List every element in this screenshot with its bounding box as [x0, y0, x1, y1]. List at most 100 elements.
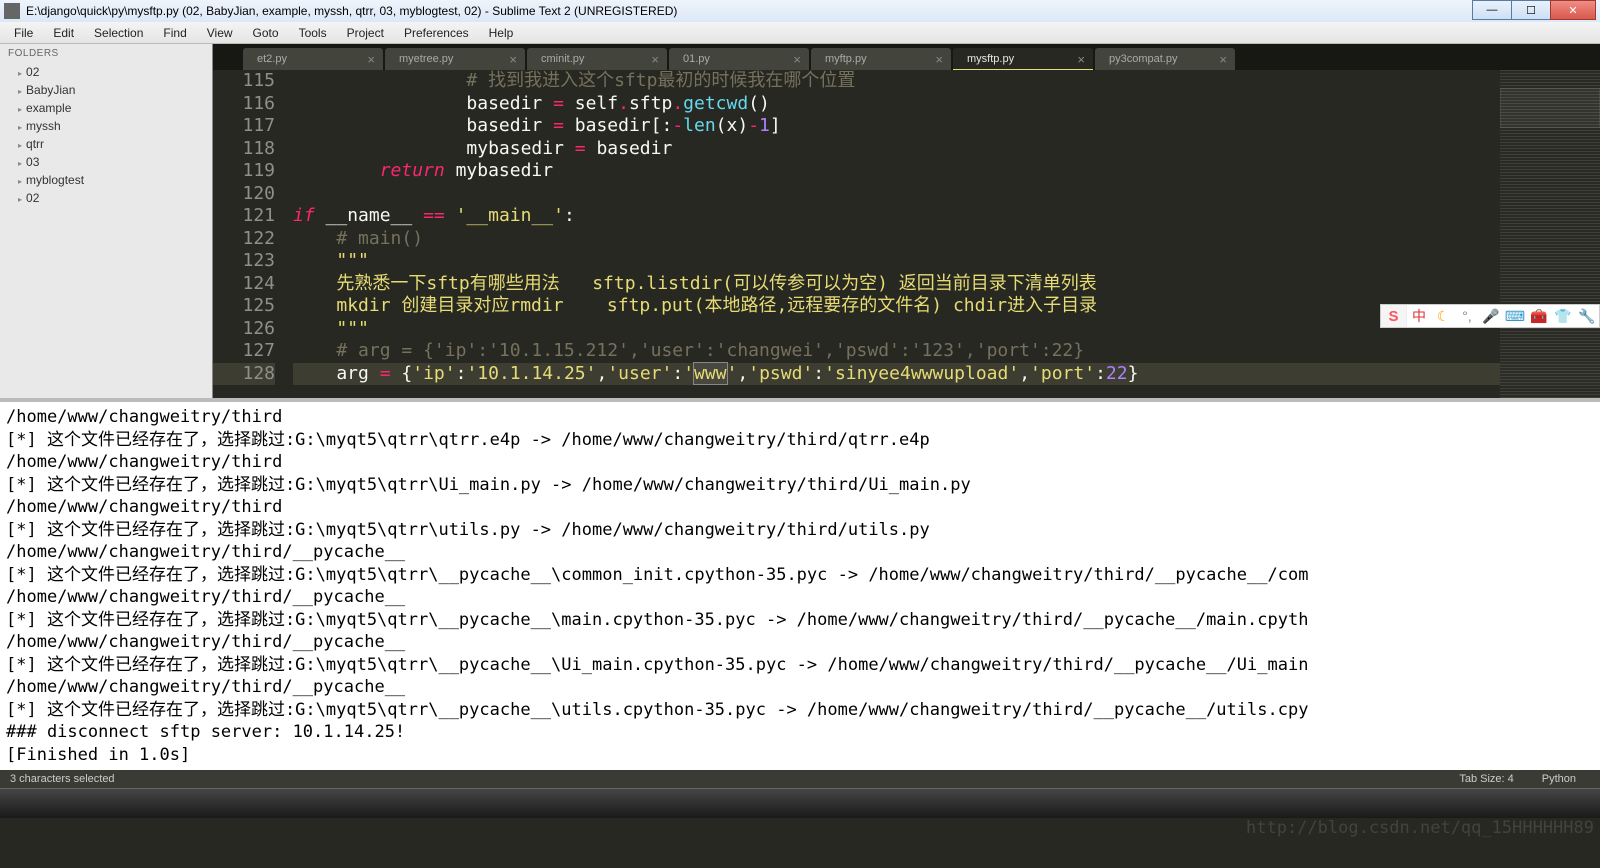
app-icon: [4, 3, 20, 19]
line-number: 121: [213, 205, 275, 228]
line-gutter: 1151161171181191201211221231241251261271…: [213, 70, 293, 398]
menu-view[interactable]: View: [197, 24, 243, 42]
menu-selection[interactable]: Selection: [84, 24, 153, 42]
tab-label: cminit.py: [541, 53, 584, 65]
tab-close-icon[interactable]: ×: [793, 52, 801, 67]
menu-preferences[interactable]: Preferences: [394, 24, 479, 42]
line-number: 119: [213, 160, 275, 183]
line-number: 123: [213, 250, 275, 273]
minimap[interactable]: [1500, 70, 1600, 398]
window-controls: — ☐ ✕: [1473, 0, 1596, 20]
code-line[interactable]: """: [293, 250, 1600, 273]
tab-cminit-py[interactable]: cminit.py ×: [527, 48, 667, 70]
status-selection: 3 characters selected: [10, 773, 115, 785]
sidebar-item-example[interactable]: ▸example: [0, 99, 212, 117]
tab-label: et2.py: [257, 53, 287, 65]
menu-help[interactable]: Help: [479, 24, 524, 42]
code-line[interactable]: mybasedir = basedir: [293, 138, 1600, 161]
ime-moon-icon[interactable]: ☾: [1431, 308, 1455, 325]
sidebar-item-myssh[interactable]: ▸myssh: [0, 117, 212, 135]
minimize-button[interactable]: —: [1472, 0, 1512, 20]
tab-01-py[interactable]: 01.py ×: [669, 48, 809, 70]
code-line[interactable]: 先熟悉一下sftp有哪些用法 sftp.listdir(可以传参可以为空) 返回…: [293, 273, 1600, 296]
tab-label: mysftp.py: [967, 53, 1014, 65]
folder-collapsed-icon: ▸: [18, 195, 22, 204]
status-tab-size[interactable]: Tab Size: 4: [1445, 773, 1527, 785]
titlebar: E:\django\quick\py\mysftp.py (02, BabyJi…: [0, 0, 1600, 22]
line-number: 120: [213, 183, 275, 206]
line-number: 118: [213, 138, 275, 161]
tab-myetree-py[interactable]: myetree.py×: [385, 48, 525, 70]
folder-collapsed-icon: ▸: [18, 141, 22, 150]
sidebar-item-myblogtest[interactable]: ▸myblogtest: [0, 171, 212, 189]
sidebar-item-03[interactable]: ▸03: [0, 153, 212, 171]
folder-collapsed-icon: ▸: [18, 123, 22, 132]
ime-keyboard-icon[interactable]: ⌨: [1503, 308, 1527, 325]
maximize-button[interactable]: ☐: [1511, 0, 1551, 20]
tab-close-icon[interactable]: ×: [651, 52, 659, 67]
line-number: 127: [213, 340, 275, 363]
window-title: E:\django\quick\py\mysftp.py (02, BabyJi…: [26, 4, 1473, 18]
statusbar: 3 characters selected Tab Size: 4 Python: [0, 770, 1600, 788]
code-line[interactable]: return mybasedir: [293, 160, 1600, 183]
code-line[interactable]: basedir = basedir[:-len(x)-1]: [293, 115, 1600, 138]
code-line[interactable]: arg = {'ip':'10.1.14.25','user':'www','p…: [293, 363, 1600, 386]
close-button[interactable]: ✕: [1550, 0, 1596, 20]
folder-collapsed-icon: ▸: [18, 69, 22, 78]
code-line[interactable]: # arg = {'ip':'10.1.15.212','user':'chan…: [293, 340, 1600, 363]
windows-taskbar[interactable]: [0, 788, 1600, 818]
tab-mysftp-py[interactable]: mysftp.py ×: [953, 48, 1093, 70]
ime-mic-icon[interactable]: 🎤: [1479, 308, 1503, 325]
watermark: http://blog.csdn.net/qq_15HHHHHH89: [1246, 818, 1594, 838]
tab-close-icon[interactable]: ×: [1077, 52, 1085, 67]
folder-collapsed-icon: ▸: [18, 177, 22, 186]
ime-punct-icon[interactable]: °,: [1455, 308, 1479, 324]
menu-tools[interactable]: Tools: [289, 24, 337, 42]
folder-collapsed-icon: ▸: [18, 159, 22, 168]
folder-collapsed-icon: ▸: [18, 105, 22, 114]
editor: et2.py×myetree.py×cminit.py×01.py×myftp.…: [213, 44, 1600, 398]
tab-close-icon[interactable]: ×: [367, 52, 375, 67]
line-number: 116: [213, 93, 275, 116]
sidebar: FOLDERS ▸02▸BabyJian▸example▸myssh▸qtrr▸…: [0, 44, 213, 398]
line-number: 125: [213, 295, 275, 318]
tab-label: 01.py: [683, 53, 710, 65]
tab-bar: et2.py×myetree.py×cminit.py×01.py×myftp.…: [213, 44, 1600, 70]
tab-close-icon[interactable]: ×: [509, 52, 517, 67]
menu-project[interactable]: Project: [337, 24, 394, 42]
menu-edit[interactable]: Edit: [43, 24, 84, 42]
sidebar-item-qtrr[interactable]: ▸qtrr: [0, 135, 212, 153]
code-line[interactable]: # main(): [293, 228, 1600, 251]
menu-goto[interactable]: Goto: [243, 24, 289, 42]
code-line[interactable]: if __name__ == '__main__':: [293, 205, 1600, 228]
sidebar-item-babyjian[interactable]: ▸BabyJian: [0, 81, 212, 99]
line-number: 126: [213, 318, 275, 341]
menubar: FileEditSelectionFindViewGotoToolsProjec…: [0, 22, 1600, 44]
code-line[interactable]: basedir = self.sftp.getcwd(): [293, 93, 1600, 116]
sidebar-item-02[interactable]: ▸02: [0, 63, 212, 81]
ime-lang-icon[interactable]: 中: [1407, 306, 1431, 326]
line-number: 117: [213, 115, 275, 138]
status-syntax[interactable]: Python: [1528, 773, 1590, 785]
ime-settings-icon[interactable]: 🔧: [1575, 308, 1599, 325]
ime-logo-icon[interactable]: S: [1381, 305, 1407, 327]
build-output-panel[interactable]: /home/www/changweitry/third [*] 这个文件已经存在…: [0, 398, 1600, 770]
code-line[interactable]: # 找到我进入这个sftp最初的时候我在哪个位置: [293, 70, 1600, 93]
tab-label: myftp.py: [825, 53, 867, 65]
code-area[interactable]: 1151161171181191201211221231241251261271…: [213, 70, 1600, 398]
code-content[interactable]: # 找到我进入这个sftp最初的时候我在哪个位置 basedir = self.…: [293, 70, 1600, 398]
sidebar-item-02[interactable]: ▸02: [0, 189, 212, 207]
ime-toolbox-icon[interactable]: 🧰: [1527, 308, 1551, 325]
tab-py3compat-py[interactable]: py3compat.py ×: [1095, 48, 1235, 70]
menu-find[interactable]: Find: [153, 24, 196, 42]
minimap-viewport[interactable]: [1500, 88, 1600, 128]
ime-skin-icon[interactable]: 👕: [1551, 308, 1575, 325]
tab-myftp-py[interactable]: myftp.py ×: [811, 48, 951, 70]
ime-toolbar[interactable]: S 中 ☾ °, 🎤 ⌨ 🧰 👕 🔧: [1380, 304, 1600, 328]
tab-close-icon[interactable]: ×: [935, 52, 943, 67]
tab-label: py3compat.py: [1109, 53, 1177, 65]
menu-file[interactable]: File: [4, 24, 43, 42]
tab-close-icon[interactable]: ×: [1219, 52, 1227, 67]
tab-et2-py[interactable]: et2.py ×: [243, 48, 383, 70]
code-line[interactable]: [293, 183, 1600, 206]
